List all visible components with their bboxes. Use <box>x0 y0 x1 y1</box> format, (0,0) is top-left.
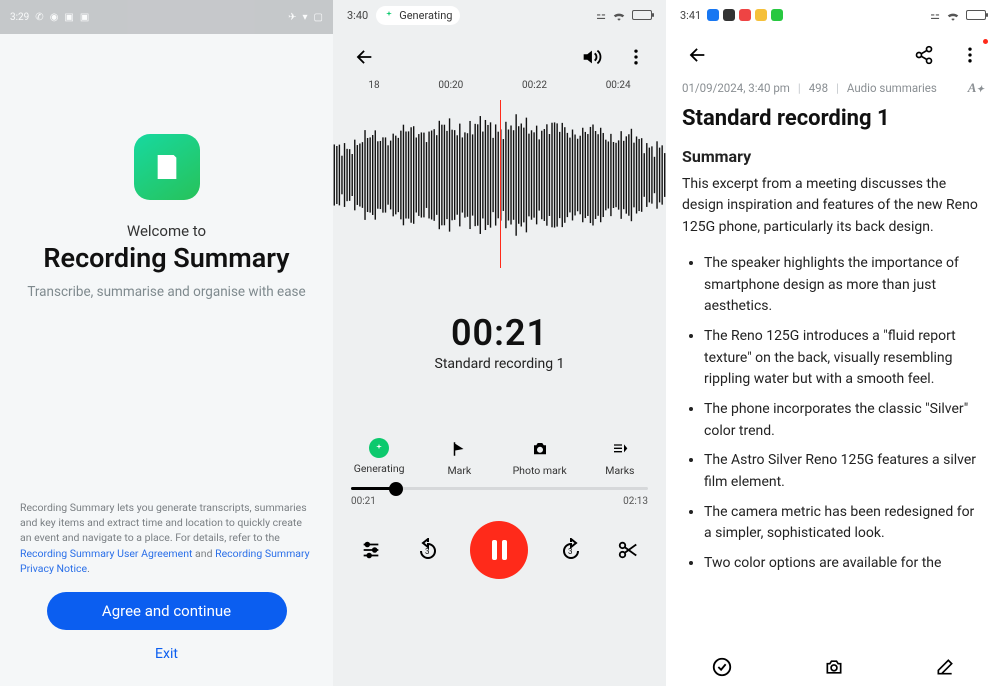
photo-mark-action[interactable]: Photo mark <box>505 438 575 477</box>
generating-label: Generating <box>354 462 405 475</box>
position-total: 02:13 <box>623 496 648 507</box>
edit-button[interactable] <box>931 653 959 681</box>
summary-body: This excerpt from a meeting discusses th… <box>682 174 984 239</box>
legal-text: Recording Summary lets you generate tran… <box>20 500 313 576</box>
screen-welcome: 3:29✆◉▣▣ ✈▾▢ Welcome to Recording Summar… <box>0 0 333 686</box>
position-current: 00:21 <box>351 496 376 507</box>
generating-pill: Generating <box>376 6 460 25</box>
bullet-item: The Astro Silver Reno 125G features a si… <box>704 450 984 493</box>
meta-count: 498 <box>809 81 828 95</box>
screen-summary: 3:41 ⚍ 01/09/2024 <box>666 0 1000 686</box>
status-time: 3:40 <box>347 9 368 22</box>
welcome-title: Recording Summary <box>43 242 289 274</box>
waveform[interactable] <box>333 100 666 250</box>
bullet-item: The phone incorporates the classic "Silv… <box>704 399 984 442</box>
status-time: 3:41 <box>680 9 701 22</box>
status-bar: 3:41 ⚍ <box>666 0 1000 30</box>
trim-scissors-button[interactable] <box>613 535 643 565</box>
marks-list-icon <box>609 438 631 460</box>
back-button[interactable] <box>349 42 379 72</box>
elapsed-time: 00:21 <box>333 312 666 354</box>
exit-button[interactable]: Exit <box>155 646 178 662</box>
marks-action[interactable]: Marks <box>585 438 655 477</box>
ai-icon: A✦ <box>968 80 984 96</box>
check-button[interactable] <box>707 652 737 682</box>
screen-recorder: 3:40 Generating ⚍ 18 00:20 00:22 <box>333 0 666 686</box>
welcome-label: Welcome to <box>127 222 206 240</box>
battery-icon <box>966 10 986 20</box>
meta-section: Audio summaries <box>847 81 937 95</box>
rewind-3s-button[interactable]: 3 <box>412 534 444 566</box>
bullet-item: The camera metric has been redesigned fo… <box>704 502 984 545</box>
more-menu-button[interactable] <box>622 43 650 71</box>
photo-mark-label: Photo mark <box>513 464 567 477</box>
flag-icon <box>448 438 470 460</box>
agree-continue-button[interactable]: Agree and continue <box>47 592 287 630</box>
settings-equalizer-button[interactable] <box>356 535 386 565</box>
recording-name: Standard recording 1 <box>333 356 666 372</box>
summary-content[interactable]: Summary This excerpt from a meeting disc… <box>666 145 1000 646</box>
summary-heading: Summary <box>682 145 984 170</box>
mark-action[interactable]: Mark <box>424 438 494 477</box>
svg-text:3: 3 <box>425 547 430 556</box>
summary-title: Standard recording 1 <box>666 96 1000 145</box>
link-user-agreement[interactable]: Recording Summary User Agreement <box>20 547 192 560</box>
forward-3s-button[interactable]: 3 <box>555 534 587 566</box>
status-time: 3:29 <box>10 12 29 23</box>
slider-thumb[interactable] <box>389 482 403 496</box>
meta-row: 01/09/2024, 3:40 pm | 498 | Audio summar… <box>666 80 1000 96</box>
status-bar: 3:40 Generating ⚍ <box>333 0 666 30</box>
back-button[interactable] <box>682 40 712 70</box>
app-icon <box>134 134 200 200</box>
bullet-item: The Reno 125G introduces a "fluid report… <box>704 326 984 391</box>
bullet-item: The speaker highlights the importance of… <box>704 253 984 318</box>
generating-action[interactable]: Generating <box>344 438 414 477</box>
svg-text:3: 3 <box>568 547 573 556</box>
status-bar: 3:29✆◉▣▣ ✈▾▢ <box>0 0 333 34</box>
camera-button[interactable] <box>819 653 849 681</box>
marks-label: Marks <box>605 464 634 477</box>
battery-icon <box>632 10 652 20</box>
speaker-button[interactable] <box>576 42 606 72</box>
timeline-labels: 18 00:20 00:22 00:24 <box>333 80 666 100</box>
share-button[interactable] <box>910 41 938 69</box>
bullet-item: Two color options are available for the <box>704 553 984 575</box>
mark-label: Mark <box>447 464 471 477</box>
progress-slider[interactable] <box>351 487 648 490</box>
meta-date: 01/09/2024, 3:40 pm <box>682 81 790 95</box>
welcome-subtitle: Transcribe, summarise and organise with … <box>27 284 305 300</box>
pause-icon <box>492 540 507 560</box>
pause-button[interactable] <box>470 521 528 579</box>
summary-bullets: The speaker highlights the importance of… <box>682 253 984 575</box>
playhead <box>500 100 502 268</box>
camera-icon <box>529 438 551 460</box>
bottom-toolbar <box>666 646 1000 686</box>
more-menu-button[interactable] <box>956 41 984 69</box>
